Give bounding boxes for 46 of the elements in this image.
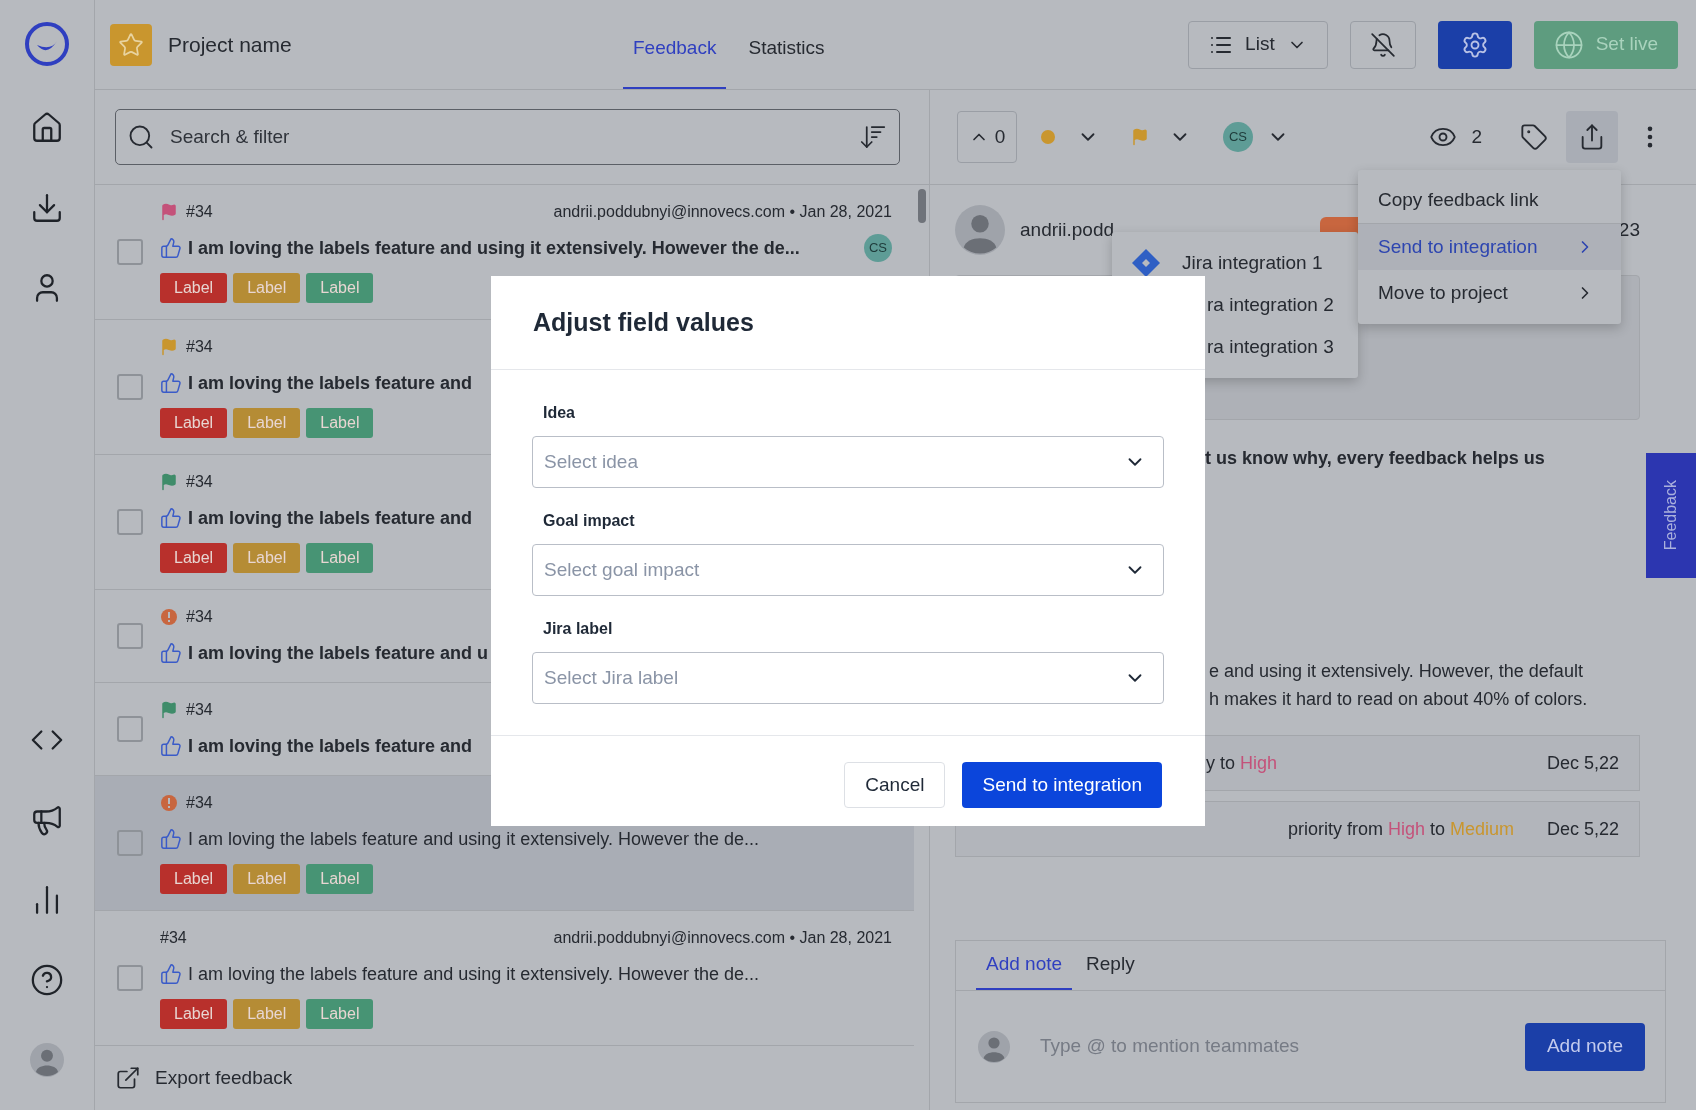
label-tag: Label <box>306 864 374 894</box>
viewer-count: 2 <box>1471 124 1482 149</box>
label-tag: Label <box>160 408 228 438</box>
feedback-number: #34 <box>160 928 187 948</box>
feedback-text: I am loving the labels feature and <box>188 734 473 758</box>
activity-text: priority from High to Medium <box>1288 817 1515 841</box>
feedback-number: #34 <box>186 607 213 627</box>
label-tag: Label <box>306 999 374 1029</box>
feedback-number: #34 <box>186 337 213 357</box>
feedback-body-line: e and using it extensively. However, the default <box>1209 660 1584 683</box>
project-name: Project name <box>168 31 292 58</box>
author-and-date: andrii.poddubnyi@innovecs.com • Jan 28, 2021 <box>553 202 892 222</box>
author-and-date: andrii.poddubnyi@innovecs.com • Jan 28, 2021 <box>553 928 892 948</box>
feedback-number: #34 <box>186 202 213 222</box>
author-email: andrii.podd <box>1020 217 1116 242</box>
activity-date: Dec 5,22 <box>1546 817 1619 841</box>
label-tag: Label <box>306 273 374 303</box>
label-tag: Label <box>233 273 301 303</box>
feedback-number: #34 <box>186 700 213 720</box>
label-tag: Label <box>306 408 374 438</box>
feedback-text: I am loving the labels feature and using it extensively. However the de... <box>188 236 800 260</box>
feedback-number: #34 <box>186 793 213 813</box>
assignee-avatar: CS <box>864 234 892 262</box>
feedback-date: 23 <box>1618 217 1640 242</box>
question-text: t us know why, every feedback helps us <box>1205 447 1546 470</box>
field-label: Jira label <box>542 619 614 639</box>
label-tag: Label <box>160 273 228 303</box>
feedback-text: I am loving the labels feature and u <box>188 641 489 665</box>
activity-date: Dec 5,22 <box>1546 751 1619 775</box>
label-tag: Label <box>233 408 301 438</box>
activity-text: y to High <box>1206 751 1278 775</box>
label-tag: Label <box>233 864 301 894</box>
feedback-text: I am loving the labels feature and <box>188 371 473 395</box>
feedback-text: I am loving the labels feature and <box>188 506 473 530</box>
feedback-text: I am loving the labels feature and using it extensively. However the de... <box>188 827 759 851</box>
label-tag: Label <box>306 543 374 573</box>
feedback-text: I am loving the labels feature and using it extensively. However the de... <box>188 962 759 986</box>
label-tag: Label <box>160 999 228 1029</box>
feedback-body-line: h makes it hard to read on about 40% of colors. <box>1209 688 1589 711</box>
field-label: Idea <box>542 403 576 423</box>
label-tag: Label <box>160 864 228 894</box>
label-tag: Label <box>233 999 301 1029</box>
feedback-number: #34 <box>186 472 213 492</box>
label-tag: Label <box>160 543 228 573</box>
label-tag: Label <box>233 543 301 573</box>
field-label: Goal impact <box>542 511 636 531</box>
